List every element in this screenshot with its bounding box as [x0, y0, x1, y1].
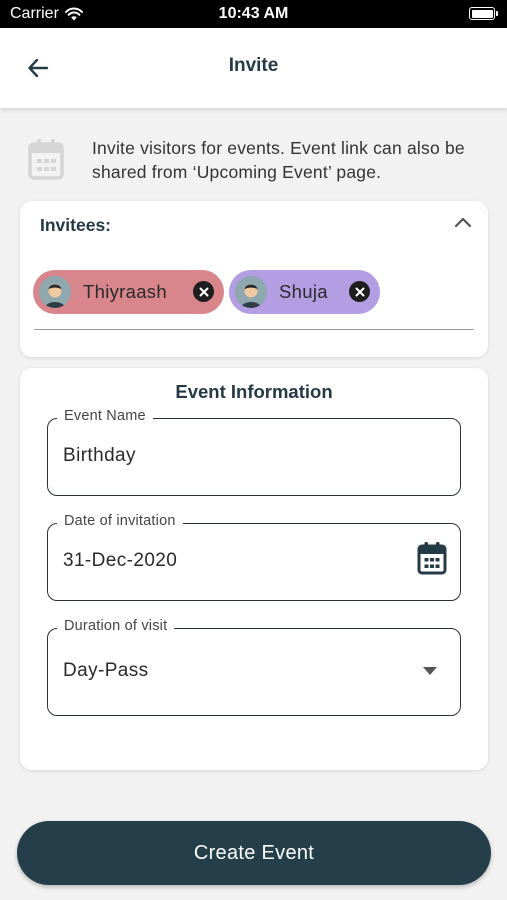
battery-icon	[469, 7, 498, 20]
page-title: Invite	[228, 55, 279, 76]
remove-invitee-button[interactable]	[193, 281, 214, 302]
duration-label: Duration of visit	[57, 618, 175, 634]
create-event-button[interactable]: Create Event	[17, 821, 491, 885]
invitees-input-underline[interactable]	[34, 329, 474, 330]
invitees-card: Invitees: Thiyraash Shuja	[20, 201, 488, 357]
invitees-label: Invitees:	[40, 215, 111, 235]
invitee-name: Thiyraash	[83, 281, 167, 302]
chevron-up-icon	[454, 217, 472, 228]
dropdown-caret-icon	[423, 667, 437, 675]
intro-banner: Invite visitors for events. Event link c…	[24, 132, 484, 188]
duration-value[interactable]: Day-Pass	[63, 660, 149, 682]
app-bar: Invite	[0, 28, 507, 108]
invitee-name: Shuja	[279, 281, 328, 302]
avatar	[235, 276, 267, 308]
duration-of-visit-select[interactable]: Duration of visit Day-Pass	[47, 618, 461, 716]
calendar-icon	[417, 542, 447, 575]
calendar-icon	[28, 139, 64, 180]
collapse-button[interactable]	[454, 215, 472, 234]
close-icon	[199, 287, 208, 296]
status-time: 10:43 AM	[218, 5, 289, 22]
event-name-value[interactable]: Birthday	[63, 445, 136, 467]
invitee-chip[interactable]: Thiyraash	[33, 270, 224, 314]
invitee-chip[interactable]: Shuja	[229, 270, 380, 314]
section-heading: Event Information	[175, 381, 333, 402]
event-name-field[interactable]: Event Name Birthday	[47, 408, 461, 496]
remove-invitee-button[interactable]	[349, 281, 370, 302]
date-value[interactable]: 31-Dec-2020	[63, 550, 177, 572]
dropdown-button[interactable]	[422, 663, 438, 681]
event-name-label: Event Name	[57, 408, 153, 424]
date-label: Date of invitation	[57, 513, 183, 529]
close-icon	[355, 287, 364, 296]
event-information-card: Event Information Event Name Birthday Da…	[20, 368, 488, 770]
date-picker-button[interactable]	[417, 541, 447, 580]
status-bar: Carrier 10:43 AM	[0, 0, 507, 28]
intro-text: Invite visitors for events. Event link c…	[92, 138, 465, 182]
date-of-invitation-field[interactable]: Date of invitation 31-Dec-2020	[47, 513, 461, 601]
avatar	[39, 276, 71, 308]
